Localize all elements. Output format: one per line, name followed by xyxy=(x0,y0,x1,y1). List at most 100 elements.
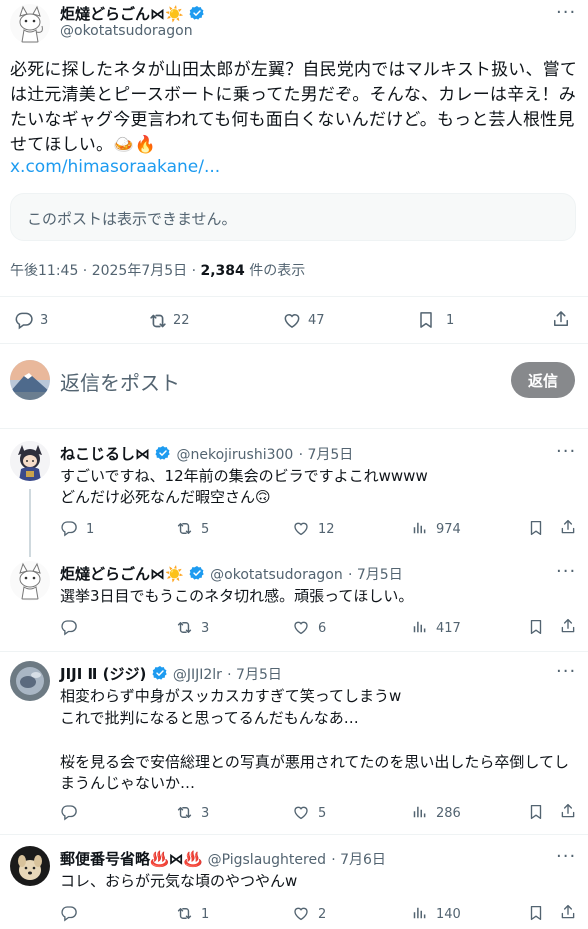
repost-icon xyxy=(175,618,195,638)
bookmark-action[interactable] xyxy=(527,519,553,539)
reply-icon xyxy=(60,618,80,638)
divider xyxy=(0,428,588,429)
reply-author-name[interactable]: JIJI Ⅱ (ジジ) xyxy=(60,665,146,683)
repost-icon xyxy=(175,803,195,823)
bookmark-action[interactable]: 1 xyxy=(416,310,454,330)
like-count: 12 xyxy=(318,521,335,537)
views-count: 974 xyxy=(436,521,461,537)
repost-action[interactable]: 3 xyxy=(175,803,209,823)
reply-action[interactable] xyxy=(60,618,86,638)
verified-badge-icon[interactable] xyxy=(189,5,205,21)
reply-header: JIJI Ⅱ (ジジ) @JIJI2lr · 7月5日 xyxy=(60,663,282,684)
like-count: 5 xyxy=(318,805,327,821)
reply-action[interactable]: 1 xyxy=(60,519,94,539)
views-icon xyxy=(410,904,430,924)
reply-avatar[interactable] xyxy=(10,846,50,886)
repost-count: 1 xyxy=(201,906,210,922)
reply-author-name[interactable]: 郵便番号省略♨️⋈♨️ xyxy=(60,850,202,868)
share-icon xyxy=(559,802,579,822)
reply-header: 炬燵どらごん⋈☀️ @okotatsudoragon · 7月5日 xyxy=(60,563,403,584)
reply-icon xyxy=(60,904,80,924)
post-timestamp[interactable]: 午後11:45 · 2025年7月5日 · xyxy=(10,263,201,279)
reply-avatar[interactable] xyxy=(10,441,50,481)
mountain-avatar-icon xyxy=(10,360,50,400)
reply-author-handle[interactable]: @Pigslaughtered xyxy=(208,852,326,868)
reply-date[interactable]: · 7月5日 xyxy=(227,667,282,683)
bookmark-icon xyxy=(527,904,547,924)
reply-text-line: 選挙3日目でもうこのネタ切れ感。頑張ってほしい。 xyxy=(60,587,414,605)
author-name-row[interactable]: 炬燵どらごん⋈☀️ xyxy=(60,3,205,24)
like-action[interactable]: 6 xyxy=(292,618,326,638)
verified-badge-icon[interactable] xyxy=(189,565,205,581)
post-text: 必死に探したネタが山田太郎が左翼？自民党内ではマルキスト扱い、嘗ては辻元清美とピ… xyxy=(10,60,578,155)
like-action[interactable]: 5 xyxy=(292,803,326,823)
like-action[interactable]: 12 xyxy=(292,519,335,539)
repost-icon xyxy=(175,519,195,539)
reply-submit-button[interactable]: 返信 xyxy=(511,362,575,398)
repost-action[interactable]: 3 xyxy=(175,618,209,638)
repost-action[interactable]: 5 xyxy=(175,519,209,539)
divider xyxy=(0,834,588,835)
share-action[interactable] xyxy=(551,309,577,329)
repost-action[interactable]: 22 xyxy=(147,310,190,330)
reply-date[interactable]: · 7月6日 xyxy=(331,852,386,868)
author-handle[interactable]: @okotatsudoragon xyxy=(60,23,193,39)
reply-author-handle[interactable]: @okotatsudoragon xyxy=(210,567,343,583)
reply-avatar[interactable] xyxy=(10,561,50,601)
divider xyxy=(0,651,588,652)
reply-action[interactable]: 3 xyxy=(14,310,48,330)
reply-text-line: 桜を見る会で安倍総理との写真が悪用されてたのを思い出したら卒倒してし xyxy=(60,753,569,771)
bookmark-action[interactable] xyxy=(527,904,553,924)
more-options-icon[interactable]: ··· xyxy=(556,846,576,867)
author-avatar[interactable] xyxy=(10,4,50,44)
reply-text-line: すごいですね、12年前の集会のビラですよこれwwww xyxy=(60,467,428,485)
reply-text-line: まうんじゃないか… xyxy=(60,774,196,792)
more-options-icon[interactable]: ··· xyxy=(556,561,576,582)
heart-icon xyxy=(292,803,312,823)
views-action[interactable]: 140 xyxy=(410,904,461,924)
bookmark-action[interactable] xyxy=(527,803,553,823)
like-action[interactable]: 2 xyxy=(292,904,326,924)
author-name[interactable]: 炬燵どらごん xyxy=(60,5,150,23)
repost-count: 3 xyxy=(201,620,210,636)
reply-avatar[interactable] xyxy=(10,661,50,701)
divider xyxy=(0,296,588,297)
more-options-icon[interactable]: ··· xyxy=(556,2,576,23)
bookmark-action[interactable] xyxy=(527,618,553,638)
bookmark-icon xyxy=(416,310,436,330)
reply-action[interactable] xyxy=(60,803,86,823)
verified-badge-icon[interactable] xyxy=(155,445,171,461)
reply-date[interactable]: · 7月5日 xyxy=(348,567,403,583)
views-count: 417 xyxy=(436,620,461,636)
bookmark-icon xyxy=(527,519,547,539)
views-icon xyxy=(410,618,430,638)
reply-author-handle[interactable]: @nekojirushi300 xyxy=(176,447,293,463)
reply-author-name[interactable]: 炬燵どらごん xyxy=(60,565,150,583)
reply-action[interactable] xyxy=(60,904,86,924)
heart-icon xyxy=(292,519,312,539)
verified-badge-icon[interactable] xyxy=(152,665,168,681)
reply-input[interactable]: 返信をポスト xyxy=(60,367,180,396)
girl-avatar-icon xyxy=(10,441,50,481)
share-icon xyxy=(559,617,579,637)
more-options-icon[interactable]: ··· xyxy=(556,441,576,462)
quote-unavailable-card: このポストは表示できません。 xyxy=(10,193,576,241)
views-action[interactable]: 974 xyxy=(410,519,461,539)
post-link[interactable]: x.com/himasoraakane/... xyxy=(10,157,220,177)
my-avatar[interactable] xyxy=(10,360,50,400)
reply-author-name[interactable]: ねこじるし xyxy=(60,445,135,463)
reply-date[interactable]: · 7月5日 xyxy=(299,447,354,463)
like-action[interactable]: 47 xyxy=(282,310,325,330)
repost-action[interactable]: 1 xyxy=(175,904,209,924)
views-action[interactable]: 286 xyxy=(410,803,461,823)
reply-author-handle[interactable]: @JIJI2lr xyxy=(173,667,222,683)
share-action[interactable] xyxy=(559,518,585,538)
reply-header: ねこじるし⋈ @nekojirushi300 · 7月5日 xyxy=(60,443,353,464)
views-action[interactable]: 417 xyxy=(410,618,461,638)
share-icon xyxy=(559,518,579,538)
repost-count: 5 xyxy=(201,521,210,537)
share-action[interactable] xyxy=(559,802,585,822)
share-action[interactable] xyxy=(559,903,585,923)
more-options-icon[interactable]: ··· xyxy=(556,661,576,682)
share-action[interactable] xyxy=(559,617,585,637)
